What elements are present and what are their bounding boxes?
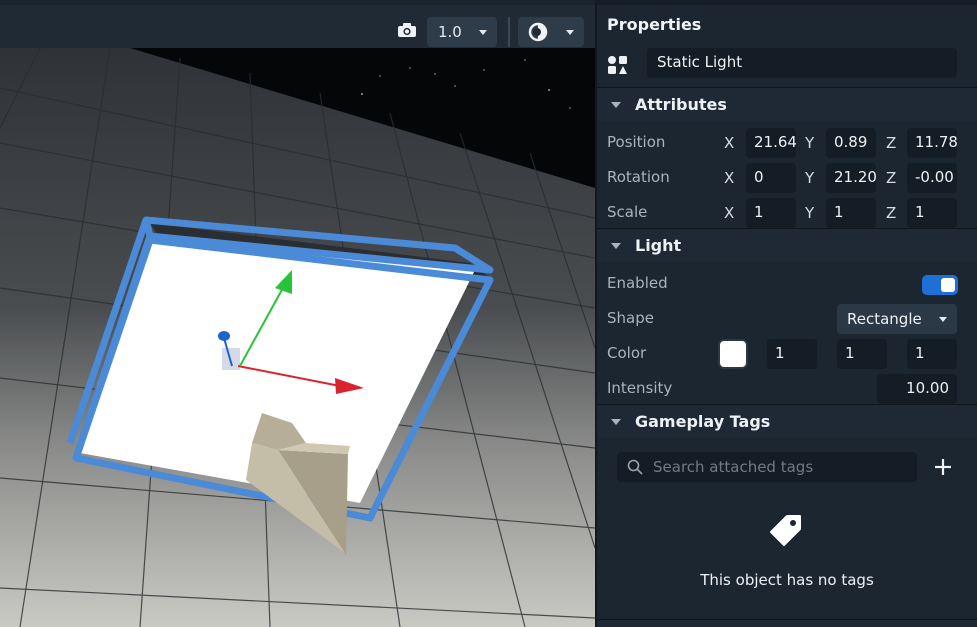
color-b-field[interactable]: 1 bbox=[907, 339, 957, 369]
next-section-header bbox=[597, 619, 977, 627]
section-title: Attributes bbox=[635, 95, 727, 114]
intensity-label: Intensity bbox=[607, 379, 673, 397]
rotation-y-field[interactable]: 21.20 bbox=[826, 163, 876, 193]
rotation-label: Rotation bbox=[607, 168, 670, 186]
enabled-toggle[interactable] bbox=[922, 275, 958, 295]
position-y-axis-label: Y bbox=[805, 134, 815, 152]
camera-icon bbox=[398, 23, 416, 37]
scene-render bbox=[0, 48, 595, 627]
add-tag-button[interactable] bbox=[931, 455, 955, 479]
chevron-down-icon bbox=[566, 29, 574, 35]
scene-viewport[interactable]: 1.0 bbox=[0, 0, 595, 627]
object-type-icon bbox=[608, 56, 627, 74]
collapse-triangle-icon bbox=[611, 243, 621, 249]
color-label: Color bbox=[607, 344, 647, 362]
position-z-axis-label: Z bbox=[886, 134, 897, 152]
shape-label: Shape bbox=[607, 309, 654, 327]
toggle-knob bbox=[941, 278, 955, 292]
position-y-field[interactable]: 0.89 bbox=[826, 128, 876, 158]
tag-search-box[interactable] bbox=[617, 452, 917, 482]
chevron-down-icon bbox=[939, 316, 947, 322]
light-section-header[interactable]: Light bbox=[597, 228, 977, 262]
object-type-field[interactable]: Static Light bbox=[647, 48, 957, 78]
scale-z-axis-label: Z bbox=[886, 204, 897, 222]
camera-scale-value: 1.0 bbox=[438, 23, 462, 41]
position-z-field[interactable]: 11.78 bbox=[907, 128, 957, 158]
properties-panel: Properties Static Light Attributes Posit… bbox=[595, 0, 977, 627]
chevron-down-icon bbox=[479, 29, 487, 35]
scale-z-field[interactable]: 1 bbox=[907, 198, 957, 228]
gameplay-tags-section-header[interactable]: Gameplay Tags bbox=[597, 404, 977, 438]
scale-label: Scale bbox=[607, 203, 648, 221]
section-title: Gameplay Tags bbox=[635, 412, 771, 431]
scale-x-axis-label: X bbox=[724, 204, 735, 222]
toolbar-divider bbox=[508, 17, 510, 47]
collapse-triangle-icon bbox=[611, 102, 621, 108]
attributes-section-header[interactable]: Attributes bbox=[597, 87, 977, 121]
empty-tags-message: This object has no tags bbox=[700, 571, 874, 589]
collapse-triangle-icon bbox=[611, 419, 621, 425]
panel-title: Properties bbox=[607, 15, 702, 34]
shape-dropdown[interactable]: Rectangle bbox=[837, 304, 957, 334]
tag-search-input[interactable] bbox=[653, 456, 903, 478]
position-x-axis-label: X bbox=[724, 134, 735, 152]
color-r-field[interactable]: 1 bbox=[767, 339, 817, 369]
camera-button[interactable] bbox=[394, 15, 420, 45]
shading-icon bbox=[528, 22, 548, 42]
search-icon bbox=[627, 459, 643, 475]
color-g-field[interactable]: 1 bbox=[837, 339, 887, 369]
intensity-field[interactable]: 10.00 bbox=[877, 374, 957, 404]
enabled-label: Enabled bbox=[607, 274, 668, 292]
position-label: Position bbox=[607, 133, 666, 151]
scene-canvas[interactable] bbox=[0, 48, 595, 627]
scale-y-field[interactable]: 1 bbox=[826, 198, 876, 228]
viewport-toolbar: 1.0 bbox=[0, 0, 595, 48]
object-type-row: Static Light bbox=[607, 48, 963, 82]
section-title: Light bbox=[635, 236, 682, 255]
color-swatch[interactable] bbox=[718, 339, 748, 369]
rotation-z-field[interactable]: -0.00 bbox=[907, 163, 957, 193]
rotation-x-axis-label: X bbox=[724, 169, 735, 187]
shading-mode-dropdown[interactable] bbox=[518, 17, 584, 47]
rotation-y-axis-label: Y bbox=[805, 169, 815, 187]
shape-value: Rectangle bbox=[847, 310, 922, 328]
scale-y-axis-label: Y bbox=[805, 204, 815, 222]
rotation-x-field[interactable]: 0 bbox=[746, 163, 796, 193]
camera-scale-dropdown[interactable]: 1.0 bbox=[427, 17, 497, 47]
tag-icon bbox=[770, 515, 801, 546]
scale-x-field[interactable]: 1 bbox=[746, 198, 796, 228]
position-x-field[interactable]: 21.64 bbox=[746, 128, 796, 158]
rotation-z-axis-label: Z bbox=[886, 169, 897, 187]
